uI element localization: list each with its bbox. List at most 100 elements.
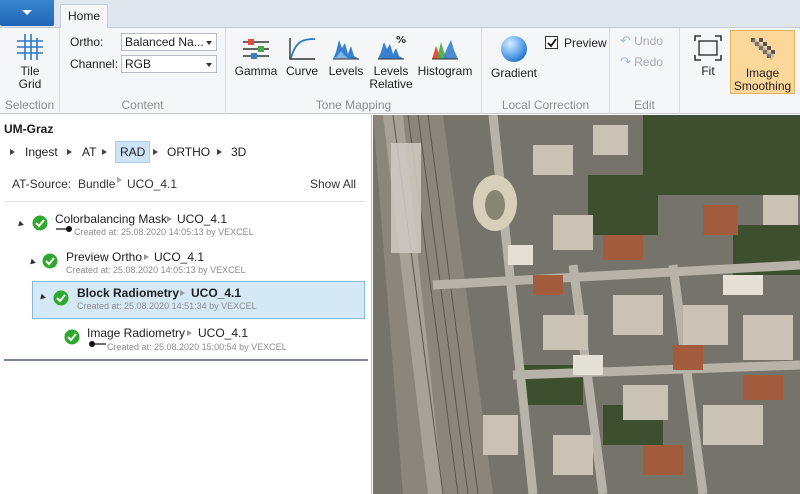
levels-relative-button[interactable]: % Levels Relative <box>368 34 414 91</box>
ortho-select[interactable]: Balanced Na... <box>121 33 217 51</box>
image-smoothing-icon <box>750 38 775 60</box>
preview-label: Preview <box>564 36 607 50</box>
ribbon-group-selection: Tile Grid Selection <box>0 28 60 114</box>
undo-button[interactable]: ↶ Undo <box>620 34 672 48</box>
aerial-image <box>373 115 800 494</box>
curve-button[interactable]: Curve <box>280 34 324 78</box>
group-title-local-correction: Local Correction <box>501 98 590 112</box>
levels-relative-label-2: Relative <box>369 77 413 91</box>
node-version: UCO_4.1 <box>154 250 205 264</box>
chevron-right-icon <box>117 177 122 183</box>
curve-label: Curve <box>285 64 318 78</box>
crumb-ingest[interactable]: Ingest <box>25 141 58 163</box>
tree-node-colorbalancing-mask[interactable]: Colorbalancing Mask UCO_4.1 Created at: … <box>0 209 372 239</box>
node-created: Created at: 25.08.2020 15:00:54 by VEXCE… <box>107 342 287 352</box>
node-title: Block Radiometry <box>77 286 180 300</box>
check-circle-icon <box>32 215 48 231</box>
node-created: Created at: 25.08.2020 14:51:34 by VEXCE… <box>77 301 257 311</box>
crumb-ortho[interactable]: ORTHO <box>167 141 210 163</box>
ribbon-group-tone-mapping: Gamma Curve Levels % Levels Relative His… <box>226 28 482 114</box>
tile-grid-label-2: Grid <box>18 77 42 91</box>
undo-icon: ↶ <box>620 33 631 48</box>
tree-node-image-radiometry[interactable]: Image Radiometry UCO_4.1 Created at: 25.… <box>0 324 372 354</box>
gradient-label: Gradient <box>490 66 538 80</box>
project-title: UM-Graz <box>4 122 54 136</box>
group-title-content: Content <box>121 98 164 112</box>
image-smoothing-button[interactable]: Image Smoothing <box>730 30 795 94</box>
chevron-down-icon <box>22 10 32 15</box>
ribbon-tab-strip: Home <box>0 0 800 29</box>
tab-home[interactable]: Home <box>60 4 108 29</box>
at-source-id: UCO_4.1 <box>127 177 178 191</box>
show-all-button[interactable]: Show All <box>310 177 356 191</box>
fit-label: Fit <box>701 64 715 78</box>
tile-grid-button[interactable]: Tile Grid <box>8 32 52 91</box>
ribbon: Tile Grid Selection Ortho: Balanced Na..… <box>0 28 800 114</box>
at-source-label: AT-Source: <box>12 177 72 191</box>
group-title-selection: Selection <box>4 98 55 112</box>
channel-select-value: RGB <box>125 57 152 71</box>
ribbon-group-edit: ↶ Undo ↷ Redo Edit <box>610 28 680 114</box>
levels-icon <box>333 40 359 60</box>
histogram-icon <box>432 40 458 60</box>
crumb-at[interactable]: AT <box>82 141 96 163</box>
redo-icon: ↷ <box>620 54 631 69</box>
chevron-right-icon <box>144 254 149 260</box>
channel-label: Channel: <box>70 57 119 71</box>
app-menu-button[interactable] <box>0 0 54 26</box>
tree-node-preview-ortho[interactable]: Preview Ortho UCO_4.1 Created at: 25.08.… <box>0 248 372 278</box>
check-circle-icon <box>64 329 80 345</box>
gamma-label: Gamma <box>234 64 278 78</box>
collapse-icon <box>16 220 24 229</box>
gradient-icon <box>501 36 527 62</box>
check-circle-icon <box>42 253 58 269</box>
redo-label: Redo <box>634 55 663 69</box>
ribbon-group-view: Fit Image Smoothing <box>680 28 800 114</box>
node-title: Colorbalancing Mask <box>55 212 168 226</box>
gamma-button[interactable]: Gamma <box>234 34 278 78</box>
levels-button[interactable]: Levels <box>324 34 368 78</box>
tile-grid-icon <box>17 34 43 60</box>
histogram-label: Histogram <box>417 64 473 78</box>
node-created: Created at: 25.08.2020 14:05:13 by VEXCE… <box>66 265 246 275</box>
collapse-icon <box>28 258 36 267</box>
chevron-right-icon <box>102 149 107 155</box>
node-version: UCO_4.1 <box>198 326 249 340</box>
checkmark-icon <box>547 38 557 48</box>
undo-label: Undo <box>634 34 663 48</box>
collapse-icon <box>38 293 46 302</box>
curve-icon <box>289 38 316 60</box>
ortho-select-value: Balanced Na... <box>125 35 204 49</box>
node-version: UCO_4.1 <box>191 286 242 300</box>
node-title: Image Radiometry <box>87 326 186 340</box>
breadcrumb: Ingest AT RAD ORTHO 3D <box>0 141 372 163</box>
chevron-down-icon <box>206 63 212 67</box>
ortho-label: Ortho: <box>70 35 104 49</box>
chevron-right-icon <box>167 216 172 222</box>
preview-checkbox[interactable] <box>545 36 558 49</box>
link-dot-icon <box>89 341 106 347</box>
channel-select[interactable]: RGB <box>121 55 217 73</box>
gamma-icon <box>243 39 269 59</box>
crumb-3d[interactable]: 3D <box>231 141 246 163</box>
chevron-right-icon <box>10 149 15 155</box>
fit-button[interactable]: Fit <box>686 34 730 78</box>
chevron-right-icon <box>217 149 222 155</box>
svg-text:%: % <box>396 35 406 46</box>
chevron-right-icon <box>153 149 158 155</box>
tree-node-block-radiometry[interactable]: Block Radiometry UCO_4.1 Created at: 25.… <box>0 282 372 318</box>
ortho-image-viewer[interactable] <box>373 115 800 494</box>
gradient-button[interactable]: Gradient <box>488 34 540 80</box>
image-smoothing-label-2: Smoothing <box>733 79 792 93</box>
group-title-tone-mapping: Tone Mapping <box>315 98 392 112</box>
ribbon-group-content: Ortho: Balanced Na... Channel: RGB Conte… <box>60 28 226 114</box>
ribbon-group-local-correction: Gradient Preview Local Correction <box>482 28 610 114</box>
node-version: UCO_4.1 <box>177 212 228 226</box>
redo-button[interactable]: ↷ Redo <box>620 55 672 69</box>
at-source-value: Bundle <box>78 177 116 191</box>
histogram-button[interactable]: Histogram <box>416 34 474 78</box>
chevron-right-icon <box>187 330 192 336</box>
crumb-rad[interactable]: RAD <box>115 141 151 163</box>
link-dot-icon <box>56 226 72 232</box>
fit-icon <box>694 35 722 61</box>
